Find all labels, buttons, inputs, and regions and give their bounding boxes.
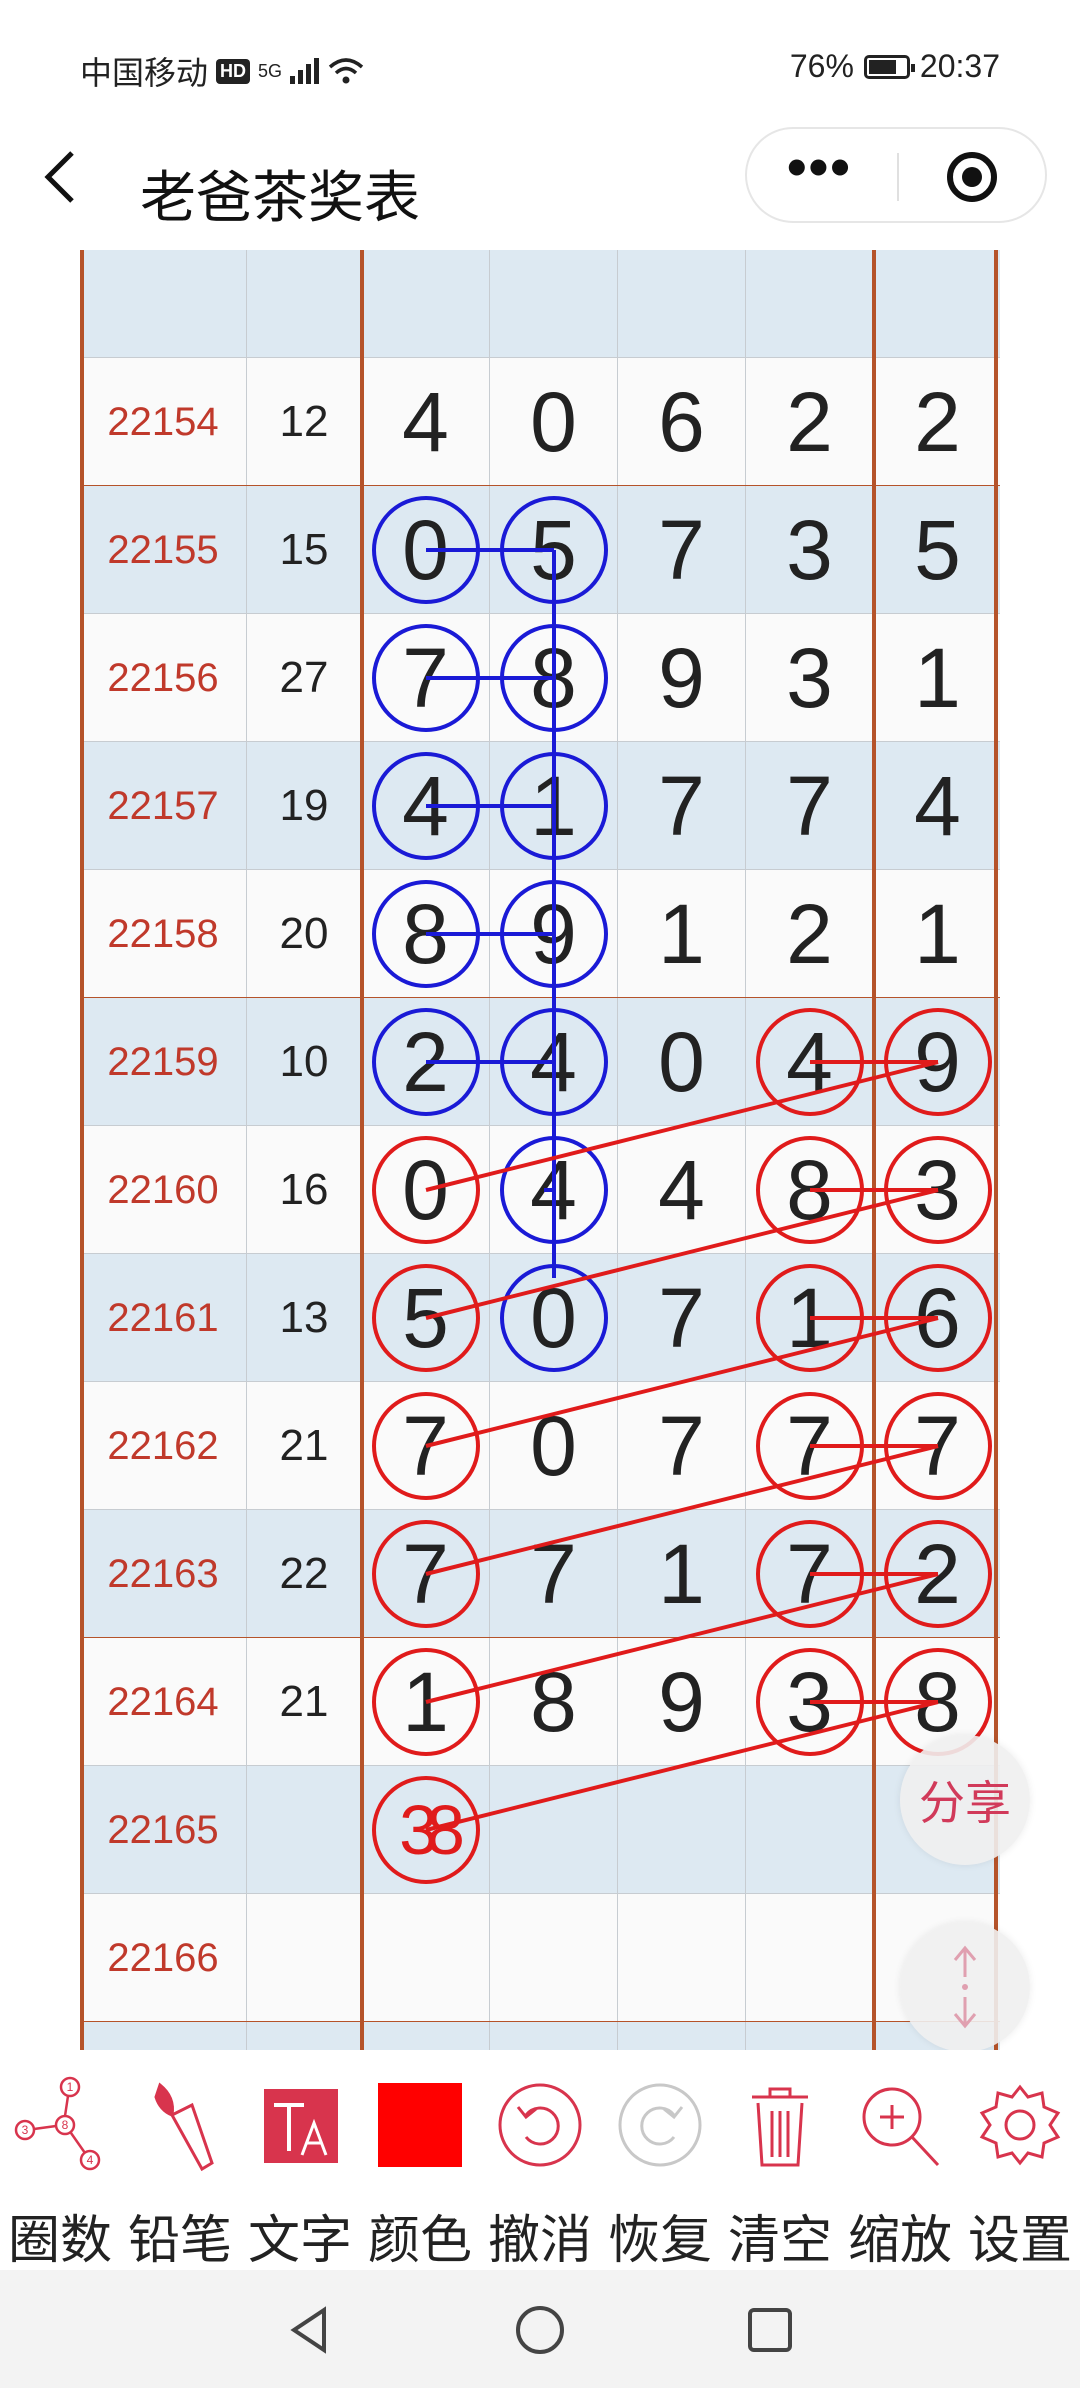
pencil-brush-icon [154, 2082, 214, 2172]
target-icon[interactable] [947, 152, 997, 202]
svg-text:8: 8 [62, 2118, 69, 2132]
network-type: 5G [258, 60, 283, 81]
tool-label: 铅笔 [127, 2212, 232, 2270]
annotation-overlay[interactable]: 38 [80, 250, 1000, 2050]
red-connector-line [425, 1188, 939, 1320]
page-title: 老爸茶奖表 [140, 166, 420, 229]
red-connector-line [425, 1700, 939, 1832]
battery-percent: 76% [789, 48, 854, 84]
color-swatch-icon [378, 2083, 462, 2167]
svg-text:1: 1 [67, 2080, 74, 2094]
circle-number-icon: 1 3 8 4 [14, 2076, 101, 2171]
tool-zoom[interactable]: 缩放 [840, 2050, 960, 2270]
status-left: 中国移动 HD 5G [80, 48, 364, 94]
svg-text:4: 4 [87, 2153, 94, 2167]
scroll-updown-icon[interactable] [900, 1922, 1030, 2052]
gear-icon [979, 2084, 1061, 2166]
undo-icon [498, 2083, 582, 2167]
trash-icon [752, 2087, 808, 2167]
red-connector-line [425, 1316, 939, 1448]
tool-text[interactable]: 文字 [240, 2050, 360, 2270]
tool-label: 设置 [967, 2212, 1072, 2270]
tool-color[interactable]: 颜色 [360, 2050, 480, 2270]
tool-label: 清空 [727, 2212, 832, 2270]
nav-back-icon[interactable] [280, 2300, 340, 2360]
tool-pencil[interactable]: 铅笔 [120, 2050, 240, 2270]
share-button[interactable]: 分享 [900, 1735, 1030, 1865]
redo-icon [618, 2083, 702, 2167]
red-connector-line [425, 1572, 939, 1704]
tool-circle-number[interactable]: 1 3 8 4 圈数 [0, 2050, 120, 2270]
tool-label: 撤消 [487, 2212, 592, 2270]
tool-redo[interactable]: 恢复 [600, 2050, 720, 2270]
mini-program-capsule: ••• [745, 127, 1047, 223]
lottery-table: 2215412406222215515057352215627789312215… [80, 250, 1000, 2050]
capsule-divider [897, 153, 899, 201]
battery-icon [863, 54, 915, 79]
status-right: 76% 20:37 [790, 48, 1000, 85]
status-bar: 中国移动 HD 5G 76% 20:37 [0, 0, 1080, 125]
clock: 20:37 [919, 48, 1000, 84]
share-label: 分享 [919, 1777, 1011, 1829]
tool-clear[interactable]: 清空 [720, 2050, 840, 2270]
signal-icon [290, 58, 320, 84]
carrier-name: 中国移动 [80, 55, 209, 91]
red-connector-line [425, 1060, 939, 1192]
more-dots-icon[interactable]: ••• [787, 139, 852, 195]
tool-label: 圈数 [7, 2212, 112, 2270]
tool-label: 恢复 [607, 2212, 712, 2270]
svg-text:3: 3 [22, 2123, 29, 2137]
title-bar: 老爸茶奖表 ••• [0, 125, 1080, 250]
blue-circle-mark [500, 1264, 608, 1372]
red-connector-line [425, 1444, 939, 1576]
nav-recent-icon[interactable] [740, 2300, 800, 2360]
tool-settings[interactable]: 设置 [960, 2050, 1080, 2270]
annotation-text: 38 [399, 1791, 462, 1869]
tool-undo[interactable]: 撤消 [480, 2050, 600, 2270]
wifi-icon [328, 58, 364, 84]
hd-badge: HD [216, 58, 251, 84]
system-nav-bar [0, 2270, 1080, 2388]
text-icon [264, 2089, 338, 2163]
zoom-in-icon [862, 2087, 940, 2167]
tool-label: 缩放 [847, 2212, 952, 2270]
tool-label: 文字 [247, 2212, 352, 2270]
drawing-toolbar: 1 3 8 4 圈数 铅笔 文字 颜色 撤消 恢复 清空 缩放 设置 [0, 2050, 1080, 2270]
tool-label: 颜色 [367, 2212, 472, 2270]
nav-home-icon[interactable] [510, 2300, 570, 2360]
back-icon[interactable] [40, 147, 80, 217]
